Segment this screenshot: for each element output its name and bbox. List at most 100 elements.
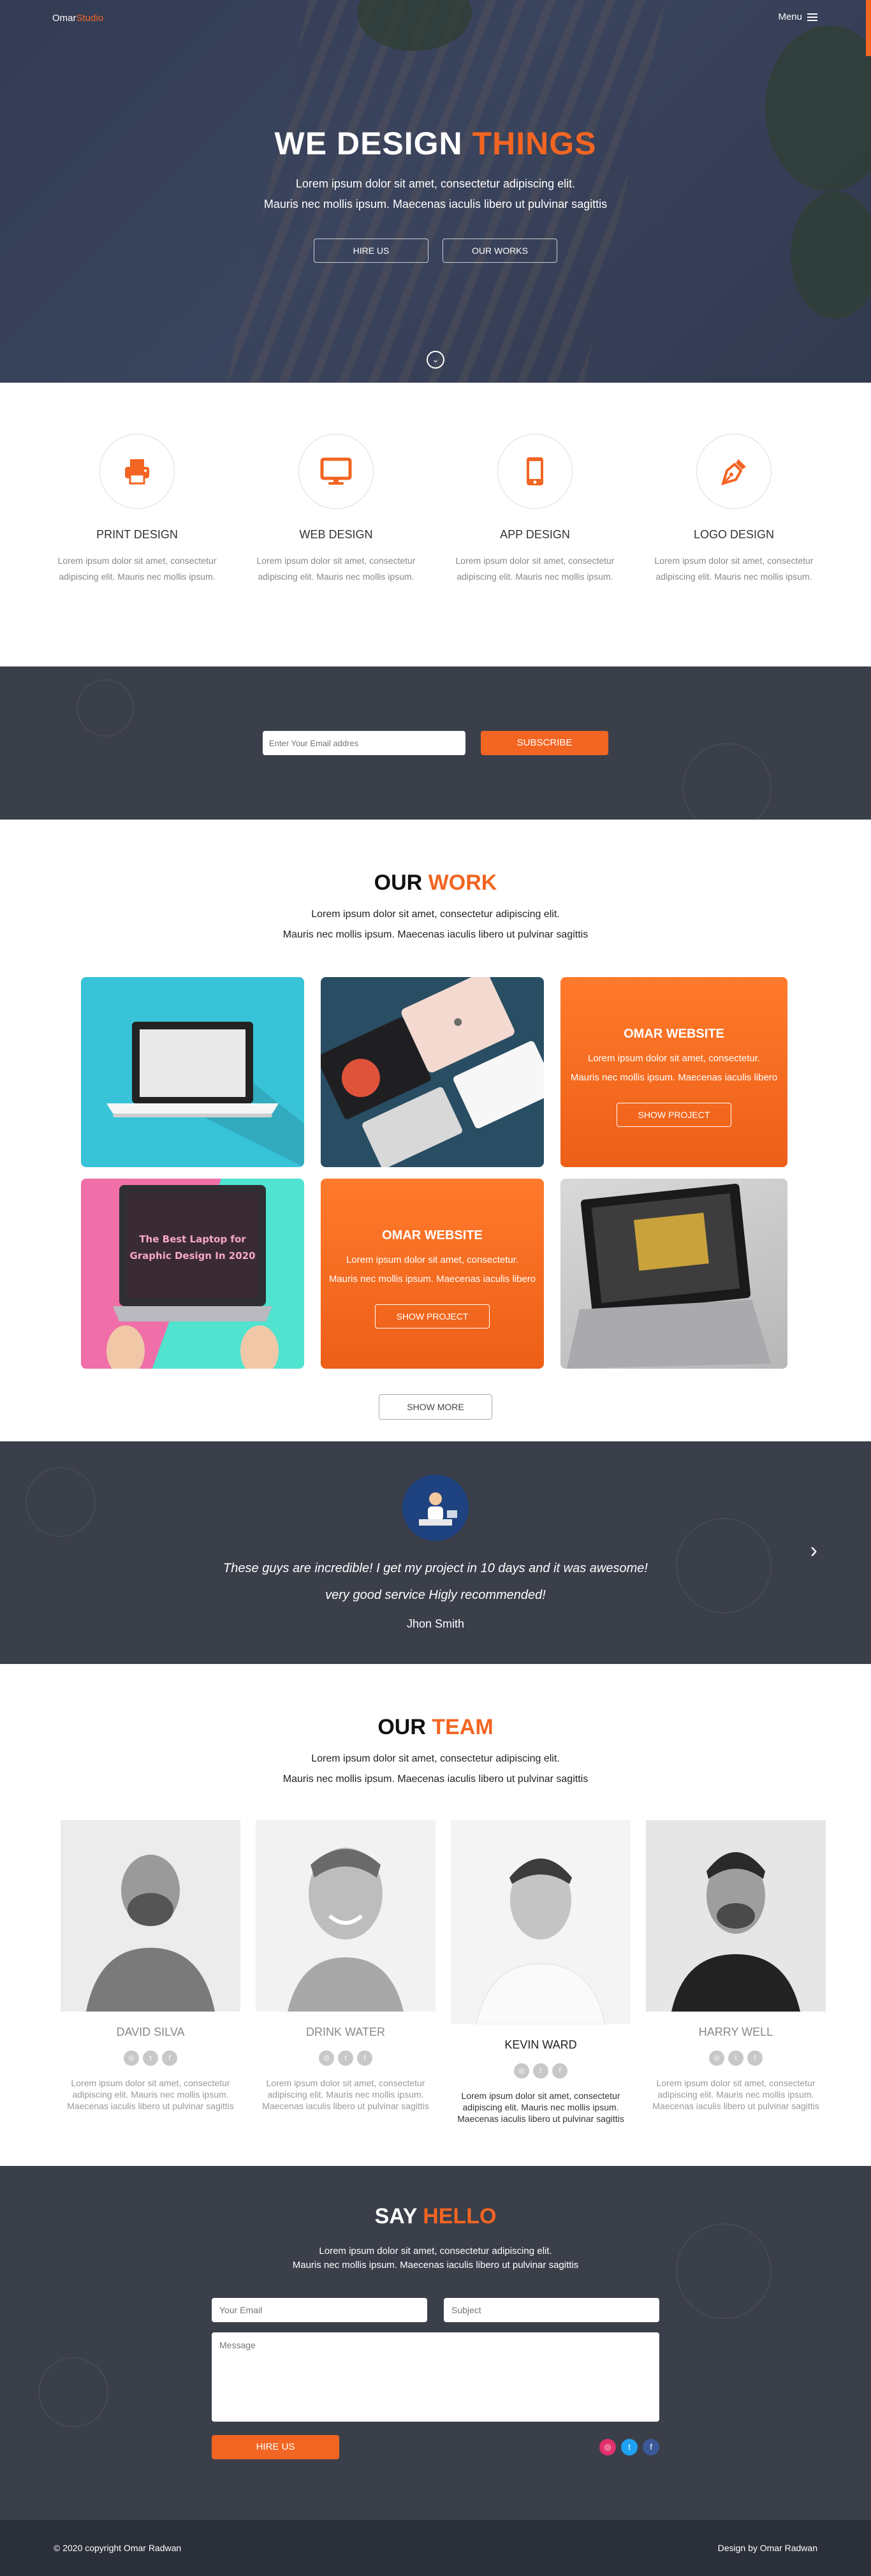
team-member-bio: Lorem ipsum dolor sit amet, consectetur … <box>652 2078 819 2111</box>
team-subtitle: Lorem ipsum dolor sit amet, consectetur … <box>0 1749 871 1790</box>
instagram-icon[interactable]: ◎ <box>599 2439 616 2455</box>
laptop-illustration <box>106 1022 304 1167</box>
twitter-icon[interactable]: t <box>338 2050 353 2066</box>
our-works-button[interactable]: OUR WORKS <box>443 239 557 263</box>
logo-accent-text: Studio <box>76 13 104 24</box>
logo-main-text: Omar <box>52 13 77 24</box>
background-doodle <box>682 743 772 820</box>
subject-field[interactable] <box>444 2298 659 2322</box>
instagram-icon[interactable]: ◎ <box>709 2050 724 2066</box>
team-title: OUR TEAM <box>0 1715 871 1740</box>
show-project-button[interactable]: SHOW PROJECT <box>375 1304 490 1328</box>
team-member-photo <box>61 1820 240 2012</box>
show-more-button[interactable]: SHOW MORE <box>379 1394 492 1420</box>
service-description: Lorem ipsum dolor sit amet, consectetur … <box>57 556 217 582</box>
project-description-line: Mauris nec mollis ipsum. Maecenas iaculi… <box>570 1072 778 1083</box>
subscribe-button[interactable]: SUBSCRIBE <box>481 731 608 755</box>
team-member-card: DRINK WATER ◎ t f Lorem ipsum dolor sit … <box>256 1820 435 2124</box>
team-subtitle-line: Mauris nec mollis ipsum. Maecenas iaculi… <box>282 1774 589 1785</box>
facebook-icon[interactable]: f <box>357 2050 372 2066</box>
top-navbar: OmarStudio Menu <box>0 0 871 36</box>
laptop-card-caption-line: Graphic Design In 2020 <box>129 1250 256 1262</box>
work-subtitle-line: Lorem ipsum dolor sit amet, consectetur … <box>311 909 560 920</box>
hero-title-accent: THINGS <box>472 126 597 161</box>
facebook-icon[interactable]: f <box>552 2063 567 2079</box>
project-description: Lorem ipsum dolor sit amet, consectetur.… <box>321 1251 544 1289</box>
work-item-surface-laptop[interactable] <box>560 1179 787 1369</box>
monitor-icon <box>298 434 374 509</box>
hire-us-button[interactable]: HIRE US <box>314 239 428 263</box>
project-title: OMAR WEBSITE <box>382 1228 483 1242</box>
hero-section: OmarStudio Menu WE DESIGN THINGS Lorem i… <box>0 0 871 383</box>
testimonial-section: These guys are incredible! I get my proj… <box>0 1441 871 1664</box>
email-field[interactable] <box>212 2298 427 2322</box>
team-member-name: KEVIN WARD <box>504 2038 577 2051</box>
social-icons: ◎ t f <box>61 2050 240 2066</box>
menu-label: Menu <box>778 11 802 22</box>
team-section: OUR TEAM Lorem ipsum dolor sit amet, con… <box>0 1664 871 2166</box>
work-item-laptop[interactable] <box>81 977 304 1167</box>
team-member-bio: Lorem ipsum dolor sit amet, consectetur … <box>262 2078 429 2111</box>
printer-icon <box>99 434 175 509</box>
project-description: Lorem ipsum dolor sit amet, consectetur.… <box>560 1049 787 1087</box>
service-description: Lorem ipsum dolor sit amet, consectetur … <box>455 556 615 582</box>
next-arrow-icon[interactable]: › <box>810 1538 817 1563</box>
instagram-icon[interactable]: ◎ <box>319 2050 334 2066</box>
team-title-main: OUR <box>377 1715 432 1739</box>
scroll-down-icon[interactable]: ⌄ <box>427 351 444 369</box>
social-icons: ◎ t f <box>646 2050 826 2066</box>
site-footer: © 2020 copyright Omar Radwan Design by O… <box>0 2520 871 2576</box>
message-field[interactable] <box>212 2332 659 2422</box>
hero-content: WE DESIGN THINGS Lorem ipsum dolor sit a… <box>0 125 871 263</box>
twitter-icon[interactable]: t <box>621 2439 638 2455</box>
subscribe-email-input[interactable] <box>263 731 465 755</box>
surface-laptop-illustration <box>567 1184 771 1369</box>
hire-us-submit-button[interactable]: HIRE US <box>212 2435 339 2459</box>
instagram-icon[interactable]: ◎ <box>514 2063 529 2079</box>
contact-social-icons: ◎ t f <box>599 2439 659 2455</box>
contact-section: SAY HELLO Lorem ipsum dolor sit amet, co… <box>0 2166 871 2520</box>
hero-title: WE DESIGN THINGS <box>0 125 871 162</box>
project-description-line: Mauris nec mollis ipsum. Maecenas iaculi… <box>328 1274 536 1284</box>
background-doodle <box>77 679 134 737</box>
pen-nib-icon <box>696 434 772 509</box>
team-member-card: DAVID SILVA ◎ t f Lorem ipsum dolor sit … <box>61 1820 240 2124</box>
laptop-card-caption: The Best Laptop for Graphic Design In 202… <box>127 1231 258 1264</box>
contact-form-row <box>212 2298 659 2322</box>
show-project-button[interactable]: SHOW PROJECT <box>617 1103 731 1127</box>
testimonial-quote-line: very good service Higly recommended! <box>325 1588 546 1602</box>
facebook-icon[interactable]: f <box>747 2050 763 2066</box>
team-member-card: HARRY WELL ◎ t f Lorem ipsum dolor sit a… <box>646 1820 826 2124</box>
site-logo[interactable]: OmarStudio <box>52 13 103 24</box>
social-icons: ◎ t f <box>451 2063 631 2079</box>
background-doodle <box>38 2357 108 2427</box>
twitter-icon[interactable]: t <box>533 2063 548 2079</box>
side-edge-tab <box>866 0 871 56</box>
hero-title-main: WE DESIGN <box>274 126 472 161</box>
devices-illustration <box>321 977 544 1167</box>
testimonial-quote-line: These guys are incredible! I get my proj… <box>223 1561 648 1575</box>
team-subtitle-line: Lorem ipsum dolor sit amet, consectetur … <box>311 1753 560 1764</box>
team-member-name: DRINK WATER <box>306 2026 385 2038</box>
service-card: LOGO DESIGN Lorem ipsum dolor sit amet, … <box>634 434 833 666</box>
service-description: Lorem ipsum dolor sit amet, consectetur … <box>256 556 416 582</box>
work-title: OUR WORK <box>0 871 871 895</box>
work-item-devices[interactable] <box>321 977 544 1167</box>
contact-title-main: SAY <box>374 2204 423 2228</box>
service-description: Lorem ipsum dolor sit amet, consectetur … <box>654 556 814 582</box>
team-member-photo <box>451 1820 631 2024</box>
service-title: LOGO DESIGN <box>693 528 775 541</box>
service-card: APP DESIGN Lorem ipsum dolor sit amet, c… <box>435 434 634 666</box>
instagram-icon[interactable]: ◎ <box>124 2050 139 2066</box>
facebook-icon[interactable]: f <box>643 2439 659 2455</box>
project-description-line: Lorem ipsum dolor sit amet, consectetur. <box>346 1255 519 1265</box>
twitter-icon[interactable]: t <box>143 2050 158 2066</box>
team-member-photo <box>646 1820 826 2012</box>
twitter-icon[interactable]: t <box>728 2050 743 2066</box>
work-item-omar-website[interactable]: OMAR WEBSITE Lorem ipsum dolor sit amet,… <box>321 1179 544 1369</box>
work-item-graphic-laptop[interactable]: The Best Laptop for Graphic Design In 202… <box>81 1179 304 1369</box>
team-member-name: HARRY WELL <box>698 2026 773 2038</box>
facebook-icon[interactable]: f <box>162 2050 177 2066</box>
work-item-omar-website[interactable]: OMAR WEBSITE Lorem ipsum dolor sit amet,… <box>560 977 787 1167</box>
menu-button[interactable]: Menu <box>778 11 817 22</box>
